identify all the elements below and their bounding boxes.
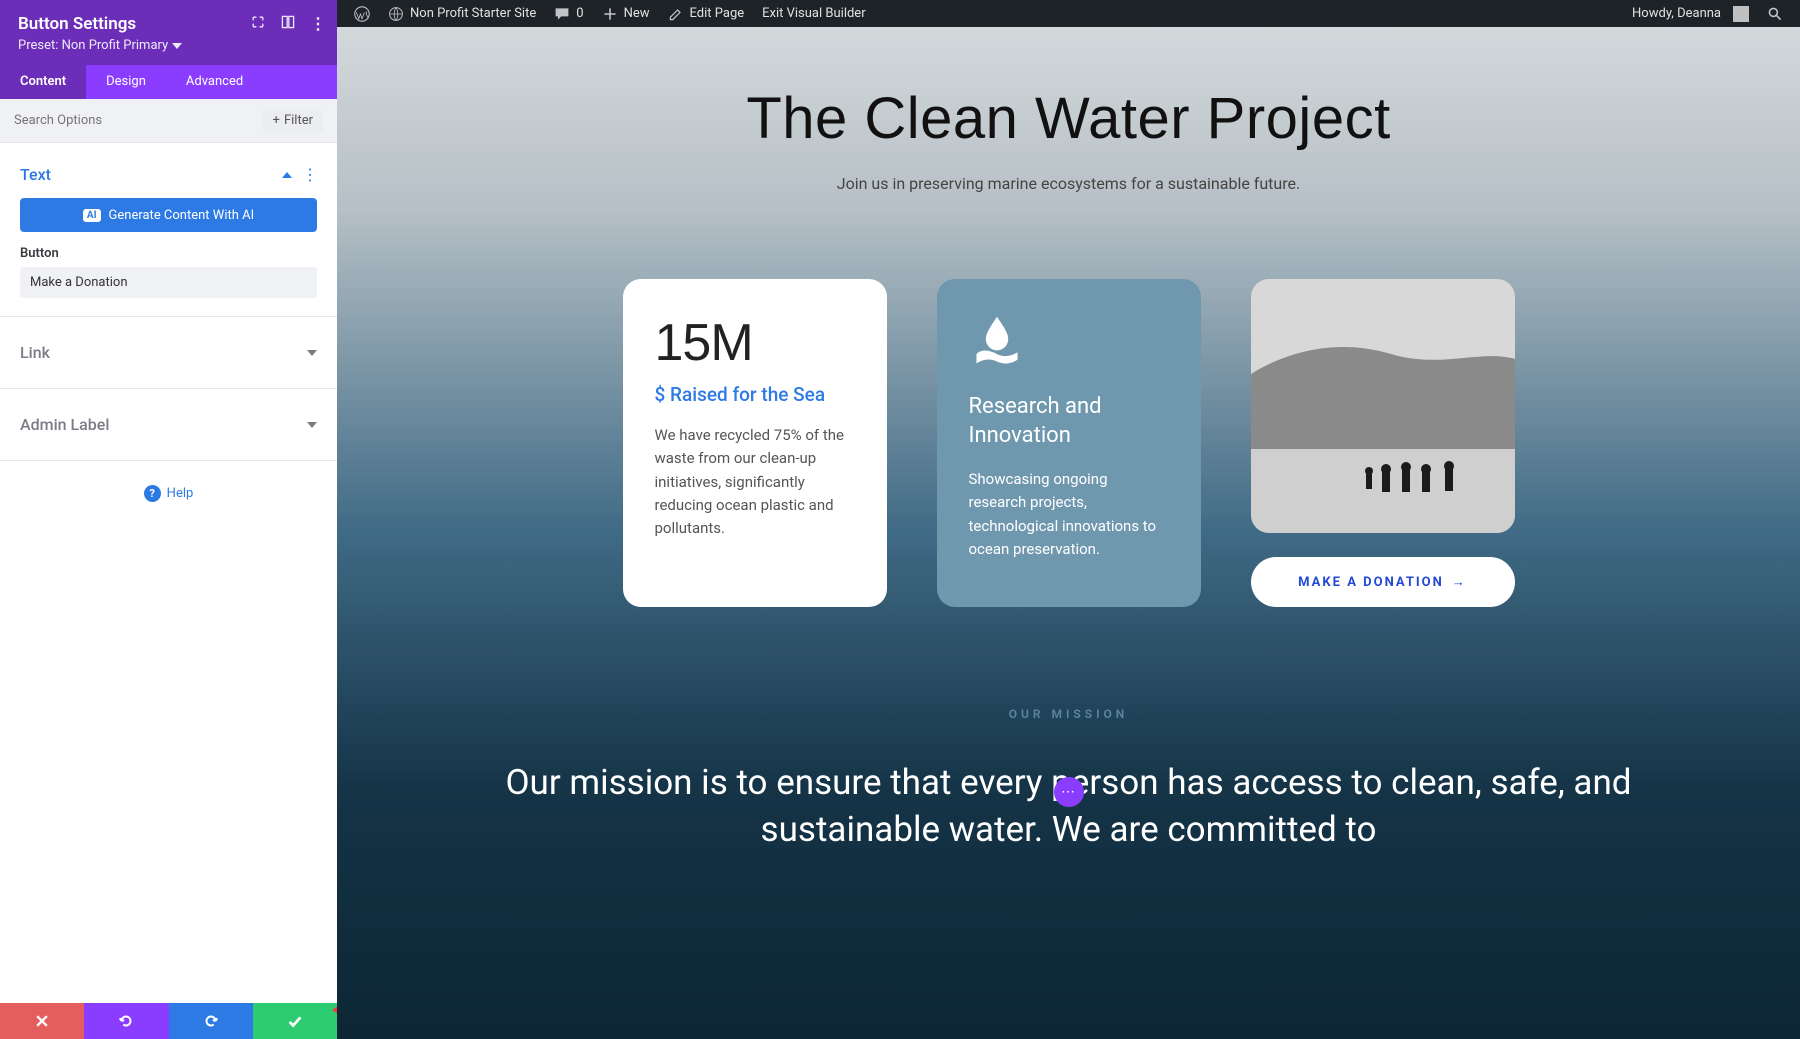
help-link[interactable]: ? Help xyxy=(20,485,317,502)
home-icon xyxy=(388,6,404,22)
info-cards-row: 15M $ Raised for the Sea We have recycle… xyxy=(337,279,1800,607)
cta-column: MAKE A DONATION → xyxy=(1251,279,1515,607)
section-text-toggle[interactable]: Text ⋮ xyxy=(20,157,317,192)
stat-heading: $ Raised for the Sea xyxy=(655,383,855,406)
more-icon[interactable]: ⋮ xyxy=(302,165,317,184)
section-link-toggle[interactable]: Link xyxy=(20,335,317,370)
beach-photo xyxy=(1251,279,1515,533)
tab-advanced[interactable]: Advanced xyxy=(166,65,263,99)
redo-button[interactable] xyxy=(169,1003,253,1039)
module-settings-panel: Button Settings Preset: Non Profit Prima… xyxy=(0,0,337,1039)
research-card: Research and Innovation Showcasing ongoi… xyxy=(937,279,1201,607)
chevron-down-icon xyxy=(172,43,182,49)
wp-admin-bar: Non Profit Starter Site 0 New Edit Page … xyxy=(337,0,1800,27)
save-button[interactable] xyxy=(253,1003,337,1039)
page-canvas: The Clean Water Project Join us in prese… xyxy=(337,27,1800,1039)
admin-search[interactable] xyxy=(1758,0,1792,27)
make-donation-button[interactable]: MAKE A DONATION → xyxy=(1251,557,1515,607)
stat-body: We have recycled 75% of the waste from o… xyxy=(655,424,855,540)
section-admin-label-toggle[interactable]: Admin Label xyxy=(20,407,317,442)
arrow-right-icon: → xyxy=(1452,574,1467,590)
my-account[interactable]: Howdy, Deanna xyxy=(1623,0,1758,27)
wordpress-icon xyxy=(354,6,370,22)
ai-icon: AI xyxy=(83,209,101,222)
chevron-down-icon xyxy=(307,422,317,428)
site-name-link[interactable]: Non Profit Starter Site xyxy=(379,0,545,27)
button-text-input[interactable] xyxy=(20,267,317,298)
comment-icon xyxy=(554,6,570,22)
stat-card: 15M $ Raised for the Sea We have recycle… xyxy=(623,279,887,607)
help-icon: ? xyxy=(144,485,161,502)
search-options-input[interactable] xyxy=(14,113,263,128)
edit-page-link[interactable]: Edit Page xyxy=(659,0,754,27)
wp-logo[interactable] xyxy=(345,0,379,27)
tab-content[interactable]: Content xyxy=(0,65,86,99)
stat-number: 15M xyxy=(655,313,855,373)
more-icon[interactable]: ⋮ xyxy=(310,14,325,34)
options-search-row: + Filter xyxy=(0,99,337,143)
hero-section: The Clean Water Project Join us in prese… xyxy=(337,27,1800,1039)
water-hand-icon xyxy=(969,313,1025,369)
panel-footer xyxy=(0,1003,337,1039)
generate-with-ai-button[interactable]: AI Generate Content With AI xyxy=(20,198,317,232)
search-icon xyxy=(1767,6,1783,22)
chevron-up-icon xyxy=(282,172,292,178)
tab-design[interactable]: Design xyxy=(86,65,166,99)
plus-icon xyxy=(602,6,618,22)
hero-subtitle: Join us in preserving marine ecosystems … xyxy=(337,174,1800,193)
comments-link[interactable]: 0 xyxy=(545,0,592,27)
divi-floating-menu[interactable]: ⋯ xyxy=(1054,777,1084,807)
settings-tabs: Content Design Advanced xyxy=(0,65,337,99)
cancel-button[interactable] xyxy=(0,1003,84,1039)
mission-eyebrow: OUR MISSION xyxy=(447,707,1690,721)
filter-button[interactable]: + Filter xyxy=(263,109,323,132)
button-field-label: Button xyxy=(20,246,317,261)
research-body: Showcasing ongoing research projects, te… xyxy=(969,468,1169,561)
new-content-link[interactable]: New xyxy=(593,0,659,27)
chevron-down-icon xyxy=(307,350,317,356)
snap-icon[interactable] xyxy=(280,14,296,34)
undo-button[interactable] xyxy=(84,1003,168,1039)
pencil-icon xyxy=(668,6,684,22)
avatar xyxy=(1733,6,1749,22)
exit-visual-builder[interactable]: Exit Visual Builder xyxy=(753,0,874,27)
expand-icon[interactable] xyxy=(250,14,266,34)
panel-header: Button Settings Preset: Non Profit Prima… xyxy=(0,0,337,65)
hero-title: The Clean Water Project xyxy=(337,85,1800,152)
research-heading: Research and Innovation xyxy=(969,393,1169,450)
preset-selector[interactable]: Preset: Non Profit Primary xyxy=(18,38,319,53)
plus-icon: + xyxy=(273,113,280,128)
